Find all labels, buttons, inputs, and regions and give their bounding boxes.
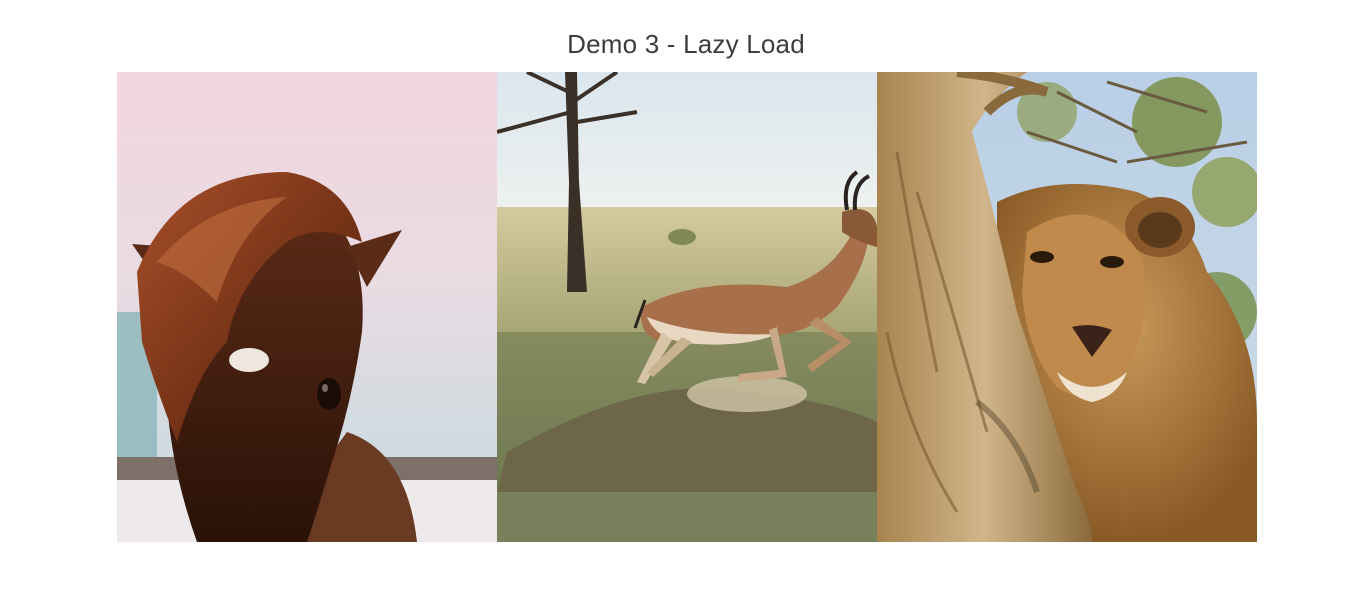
gallery-image-lioness[interactable]	[877, 72, 1257, 542]
page-title: Demo 3 - Lazy Load	[567, 29, 805, 59]
lioness-image	[877, 72, 1257, 542]
gazelle-image	[497, 72, 877, 542]
image-gallery	[117, 72, 1257, 542]
horse-image	[117, 72, 497, 542]
gallery-image-gazelle[interactable]	[497, 72, 877, 542]
gallery-image-horse[interactable]	[117, 72, 497, 542]
